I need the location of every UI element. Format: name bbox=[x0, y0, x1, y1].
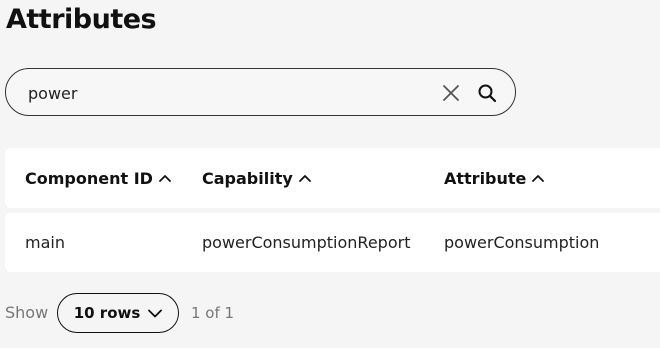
sort-ascending-icon bbox=[298, 174, 311, 182]
table-header: Component ID Capability Attribute bbox=[5, 148, 660, 208]
column-header-label: Capability bbox=[202, 168, 293, 188]
column-header-component-id[interactable]: Component ID bbox=[25, 148, 171, 208]
sort-ascending-icon bbox=[532, 174, 545, 182]
table-row[interactable]: main powerConsumptionReport powerConsump… bbox=[5, 213, 660, 272]
sort-ascending-icon bbox=[159, 174, 171, 182]
column-header-label: Component ID bbox=[25, 168, 153, 188]
page-title: Attributes bbox=[6, 4, 157, 35]
cell-component-id: main bbox=[25, 233, 65, 252]
clear-search-button[interactable] bbox=[439, 81, 463, 105]
column-header-label: Attribute bbox=[444, 168, 527, 188]
attributes-page: Attributes Component ID Capability bbox=[0, 0, 660, 348]
search-button[interactable] bbox=[475, 81, 499, 105]
page-info: 1 of 1 bbox=[191, 304, 235, 322]
search-bar bbox=[5, 68, 516, 116]
search-input[interactable] bbox=[28, 81, 428, 105]
search-icon bbox=[478, 84, 497, 103]
rows-per-page-select[interactable]: 10 rows bbox=[57, 293, 179, 333]
close-icon bbox=[443, 85, 459, 101]
column-header-attribute[interactable]: Attribute bbox=[444, 148, 545, 208]
column-header-capability[interactable]: Capability bbox=[202, 148, 311, 208]
cell-capability: powerConsumptionReport bbox=[202, 233, 411, 252]
show-label: Show bbox=[5, 303, 49, 322]
cell-attribute: powerConsumption bbox=[444, 233, 600, 252]
rows-per-page-value: 10 rows bbox=[73, 304, 141, 322]
chevron-down-icon bbox=[148, 309, 163, 318]
